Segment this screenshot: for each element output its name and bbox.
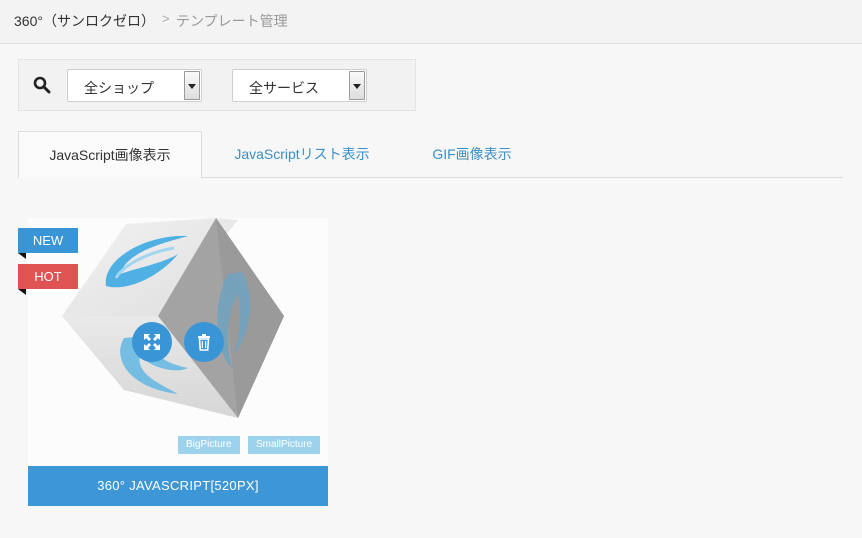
breadcrumb-bar: 360°（サンロクゼロ） > テンプレート管理 xyxy=(0,0,862,44)
breadcrumb-current: テンプレート管理 xyxy=(176,13,288,29)
tab-javascript-list[interactable]: JavaScriptリスト表示 xyxy=(218,131,386,178)
shop-select-value: 全ショップ xyxy=(84,80,154,96)
expand-icon xyxy=(144,334,160,350)
cube-logo-image xyxy=(62,218,284,418)
tab-bar: JavaScript画像表示 JavaScriptリスト表示 GIF画像表示 xyxy=(18,131,843,179)
chevron-down-icon[interactable] xyxy=(349,71,365,100)
template-thumbnail[interactable]: NEW HOT BigPicture SmallPicture xyxy=(18,218,328,466)
service-select[interactable]: 全サービス xyxy=(232,69,367,102)
service-select-value: 全サービス xyxy=(249,80,319,96)
template-title[interactable]: 360° JAVASCRIPT[520PX] xyxy=(28,466,328,506)
delete-button[interactable] xyxy=(184,322,224,362)
expand-button[interactable] xyxy=(132,322,172,362)
filter-bar: 全ショップ 全サービス xyxy=(18,59,416,111)
trash-icon xyxy=(198,334,210,351)
breadcrumb-separator: > xyxy=(162,11,170,26)
new-badge: NEW xyxy=(18,228,78,259)
hot-badge: HOT xyxy=(18,264,78,295)
template-card: NEW HOT BigPicture SmallPicture 360° JAV… xyxy=(18,218,328,506)
chevron-down-icon[interactable] xyxy=(184,71,200,100)
breadcrumb-root[interactable]: 360°（サンロクゼロ） xyxy=(14,11,155,31)
big-picture-tag[interactable]: BigPicture xyxy=(178,436,240,454)
search-icon[interactable] xyxy=(33,76,51,94)
tab-javascript-image[interactable]: JavaScript画像表示 xyxy=(18,131,202,179)
shop-select[interactable]: 全ショップ xyxy=(67,69,202,102)
small-picture-tag[interactable]: SmallPicture xyxy=(248,436,321,454)
tab-gif-image[interactable]: GIF画像表示 xyxy=(416,131,528,178)
